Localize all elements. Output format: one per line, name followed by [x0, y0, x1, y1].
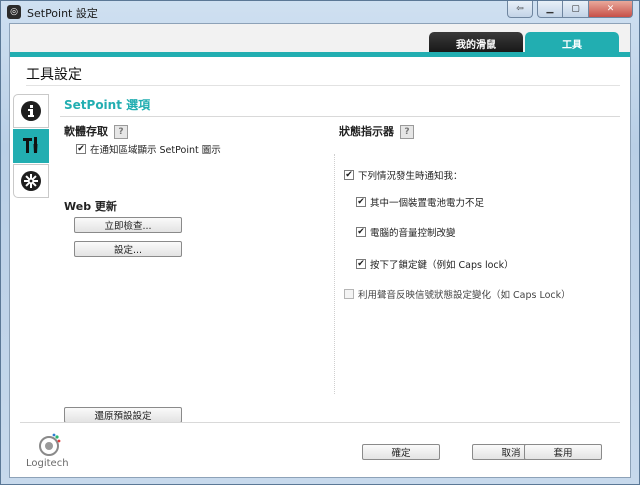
side-tab-strip: [13, 94, 51, 204]
status-indicator-title: 狀態指示器: [339, 125, 394, 138]
gear-icon: [21, 171, 41, 191]
page-title: 工具設定: [26, 67, 82, 83]
footer-divider: [20, 422, 620, 423]
minimize-button[interactable]: ▁: [537, 1, 563, 18]
tools-settings-panel: SetPoint 選項 軟體存取? ✔ 在通知區域顯示 SetPoint 圖示 …: [50, 94, 628, 477]
logitech-logo-text: Logitech: [26, 458, 69, 469]
status-indicator-group: 狀態指示器?: [339, 123, 414, 139]
logitech-logo-icon: [39, 433, 61, 456]
side-tab-tools[interactable]: [13, 129, 49, 163]
restore-defaults-button[interactable]: 還原預設設定: [64, 407, 182, 423]
tab-band: 我的滑鼠 工具: [10, 24, 630, 55]
tab-tools[interactable]: 工具: [525, 32, 619, 54]
notify-option[interactable]: ✔ 下列情況發生時通知我：: [344, 168, 463, 182]
notify-checkbox[interactable]: ✔: [344, 170, 354, 180]
back-button[interactable]: ⇦: [507, 1, 533, 18]
tray-icon-label: 在通知區域顯示 SetPoint 圖示: [90, 145, 221, 156]
volume-change-checkbox[interactable]: ✔: [356, 227, 366, 237]
side-tab-settings[interactable]: [13, 164, 49, 198]
notify-label: 下列情況發生時通知我：: [358, 171, 463, 182]
software-help-icon[interactable]: ?: [114, 125, 128, 139]
tab-my-mouse[interactable]: 我的滑鼠: [429, 32, 523, 54]
title-bar[interactable]: ◎ SetPoint 設定 ⇦ ▁ ▢ ✕: [1, 1, 639, 23]
lock-key-option[interactable]: ✔ 按下了鎖定鍵（例如 Caps lock）: [356, 257, 514, 271]
side-tab-info[interactable]: [13, 94, 49, 128]
close-button[interactable]: ✕: [589, 1, 633, 18]
info-icon: [21, 101, 41, 121]
section-title: SetPoint 選項: [64, 98, 151, 112]
battery-low-option[interactable]: ✔ 其中一個裝置電池電力不足: [356, 195, 484, 209]
web-update-title: Web 更新: [64, 200, 117, 213]
setpoint-app-icon: ◎: [7, 5, 21, 19]
apply-button[interactable]: 套用: [524, 444, 602, 460]
section-divider: [60, 116, 620, 117]
ok-button[interactable]: 確定: [362, 444, 440, 460]
window-controls: ⇦ ▁ ▢ ✕: [507, 1, 633, 19]
close-icon: ✕: [606, 4, 615, 14]
sound-feedback-checkbox[interactable]: [344, 289, 354, 299]
lock-key-checkbox[interactable]: ✔: [356, 259, 366, 269]
status-help-icon[interactable]: ?: [400, 125, 414, 139]
volume-change-label: 電腦的音量控制改變: [370, 228, 456, 239]
column-separator: [334, 154, 335, 394]
maximize-icon: ▢: [571, 4, 580, 14]
window-title: SetPoint 設定: [27, 7, 98, 20]
update-settings-button[interactable]: 設定...: [74, 241, 182, 257]
setpoint-window: ◎ SetPoint 設定 ⇦ ▁ ▢ ✕ 我的滑鼠 工具 工具設定 SetPo…: [0, 0, 640, 485]
maximize-button[interactable]: ▢: [563, 1, 589, 18]
check-now-button[interactable]: 立即檢查...: [74, 217, 182, 233]
lock-key-label: 按下了鎖定鍵（例如 Caps lock）: [370, 260, 514, 271]
tray-icon-option[interactable]: ✔ 在通知區域顯示 SetPoint 圖示: [76, 142, 221, 156]
minimize-icon: ▁: [546, 4, 554, 14]
accent-bar: [10, 52, 630, 57]
sound-feedback-option[interactable]: 利用聲音反映信號狀態設定變化（如 Caps Lock）: [344, 287, 571, 301]
logitech-logo: Logitech: [26, 433, 86, 473]
sound-feedback-label: 利用聲音反映信號狀態設定變化（如 Caps Lock）: [358, 290, 571, 301]
tray-icon-checkbox[interactable]: ✔: [76, 144, 86, 154]
software-access-title: 軟體存取: [64, 125, 108, 138]
tools-icon: [20, 134, 42, 159]
software-access-group: 軟體存取?: [64, 123, 128, 139]
battery-low-label: 其中一個裝置電池電力不足: [370, 198, 485, 209]
battery-low-checkbox[interactable]: ✔: [356, 197, 366, 207]
back-arrow-icon: ⇦: [516, 4, 524, 14]
title-divider: [26, 85, 620, 86]
client-area: 我的滑鼠 工具 工具設定 SetPoint 選項 軟體存取 ? ✔ 在通知區域顯…: [9, 23, 631, 478]
volume-change-option[interactable]: ✔ 電腦的音量控制改變: [356, 225, 456, 239]
